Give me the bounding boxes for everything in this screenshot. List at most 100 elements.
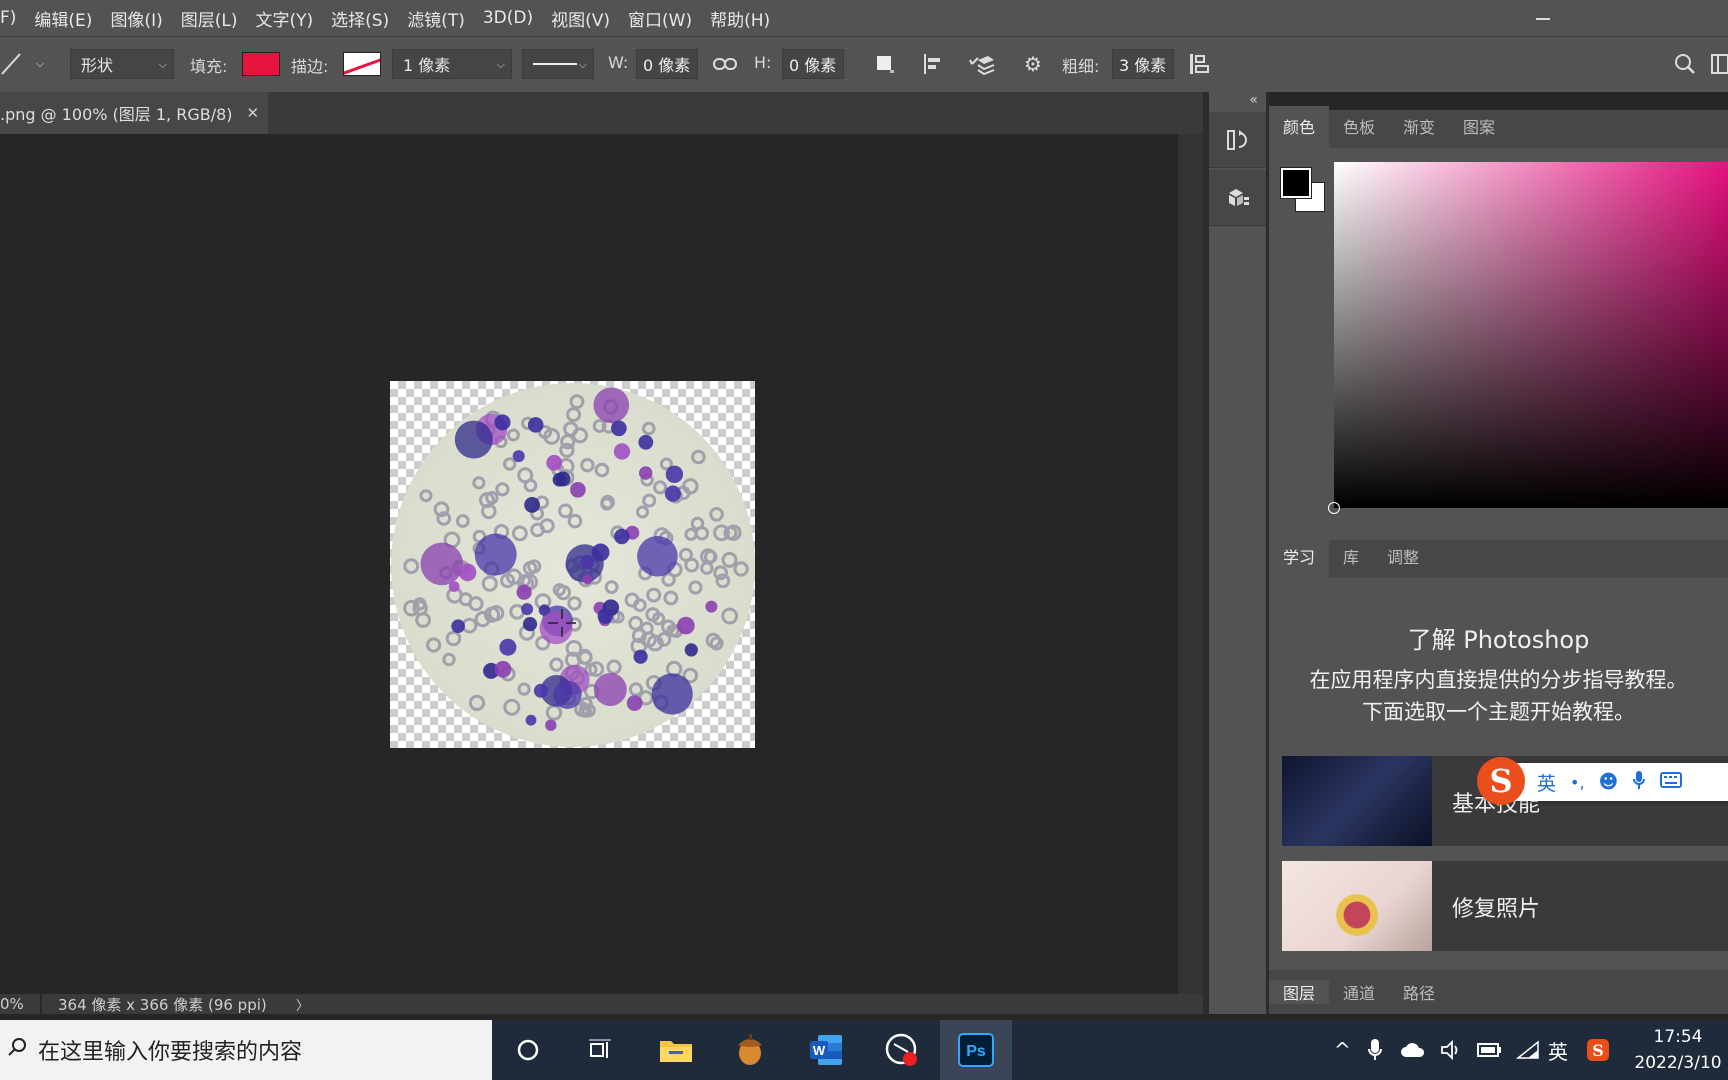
line-tool-icon[interactable] — [0, 49, 22, 79]
input-method-indicator[interactable]: 英 — [1548, 1020, 1568, 1080]
tab-patterns[interactable]: 图案 — [1449, 114, 1509, 148]
ime-mode[interactable]: 英 — [1537, 769, 1556, 796]
tab-adjustments[interactable]: 调整 — [1373, 544, 1433, 578]
file-explorer-icon[interactable] — [656, 1030, 696, 1070]
task-view-icon[interactable] — [580, 1030, 620, 1070]
align-edges-icon[interactable] — [1184, 49, 1214, 79]
path-operations-icon[interactable] — [870, 49, 900, 79]
menu-file[interactable]: F) — [0, 8, 16, 28]
microphone-icon[interactable] — [1368, 1020, 1382, 1080]
width-field[interactable]: 0 像素 — [636, 49, 698, 79]
workspace-icon[interactable] — [1710, 49, 1728, 79]
height-field[interactable]: 0 像素 — [782, 49, 844, 79]
history-panel-button[interactable] — [1209, 112, 1266, 168]
status-bar: 0% 364 像素 x 366 像素 (96 ppi) 〉 — [0, 994, 1203, 1014]
stained-cell-shape — [613, 443, 631, 460]
learn-panel: 学习 库 调整 了解 Photoshop 在应用程序内直接提供的分步指导教程。 … — [1269, 536, 1728, 970]
blood-smear-image — [391, 383, 755, 747]
foreground-color-swatch[interactable] — [1280, 167, 1312, 199]
stained-cell-shape — [593, 387, 630, 423]
minimize-button[interactable] — [1528, 4, 1558, 32]
path-alignment-icon[interactable] — [918, 49, 948, 79]
stained-cell-shape — [611, 420, 627, 437]
tab-channels[interactable]: 通道 — [1329, 980, 1389, 1004]
menu-type[interactable]: 文字(Y) — [255, 6, 313, 31]
menu-view[interactable]: 视图(V) — [551, 6, 610, 31]
clock-date: 2022/3/10 — [1634, 1053, 1722, 1073]
battery-icon[interactable] — [1476, 1020, 1502, 1080]
document-tab[interactable]: .png @ 100% (图层 1, RGB/8) ✕ — [0, 92, 268, 134]
stained-cell-shape — [582, 574, 593, 585]
stained-cell-shape — [524, 497, 540, 513]
emoji-icon[interactable]: ☻ — [1599, 771, 1619, 793]
3d-panel-button[interactable] — [1209, 170, 1266, 226]
menu-image[interactable]: 图像(I) — [110, 6, 162, 31]
close-icon[interactable]: ✕ — [247, 104, 260, 122]
document-tab-strip: .png @ 100% (图层 1, RGB/8) ✕ — [0, 92, 1203, 134]
screen-recorder-icon[interactable] — [882, 1030, 922, 1070]
fill-color-swatch[interactable] — [242, 52, 280, 76]
photoshop-icon[interactable]: Ps — [956, 1030, 996, 1070]
system-clock[interactable]: 17:54 2022/3/10 — [1628, 1024, 1728, 1076]
tutorial-card-fix-photos[interactable]: 修复照片 — [1282, 861, 1728, 951]
photoshop-icon-label: Ps — [966, 1043, 986, 1060]
tab-gradients[interactable]: 渐变 — [1389, 114, 1449, 148]
vertical-scrollbar[interactable] — [1178, 134, 1203, 994]
mode-dropdown[interactable]: 形状 ⌵ — [70, 49, 174, 79]
wifi-icon[interactable] — [1516, 1020, 1540, 1080]
sogou-tray-icon[interactable]: S — [1586, 1020, 1610, 1080]
menu-filter[interactable]: 滤镜(T) — [407, 6, 465, 31]
cortana-icon[interactable] — [508, 1030, 548, 1070]
acorn-app-icon[interactable] — [730, 1030, 770, 1070]
volume-icon[interactable] — [1440, 1020, 1464, 1080]
stained-cell-shape — [677, 616, 695, 635]
tab-learn[interactable]: 学习 — [1269, 536, 1330, 578]
chevron-right-icon[interactable]: 〉 — [296, 995, 309, 1014]
status-divider — [40, 994, 42, 1014]
stained-cell-shape — [570, 482, 586, 498]
menu-layer[interactable]: 图层(L) — [181, 6, 238, 31]
menu-window[interactable]: 窗口(W) — [628, 6, 692, 31]
punctuation-icon[interactable]: •, — [1570, 773, 1585, 792]
tutorial-title: 修复照片 — [1452, 897, 1541, 922]
stained-cell-shape — [420, 542, 464, 586]
word-icon[interactable]: W — [806, 1030, 846, 1070]
gear-icon[interactable]: ⚙ — [1018, 49, 1048, 79]
sogou-logo-icon[interactable]: S — [1477, 757, 1525, 805]
stained-cell-shape — [705, 600, 718, 613]
menu-select[interactable]: 选择(S) — [331, 6, 389, 31]
stroke-type-dropdown[interactable]: ⌵ — [522, 49, 594, 79]
stroke-color-swatch[interactable] — [343, 52, 381, 76]
menu-edit[interactable]: 编辑(E) — [34, 6, 92, 31]
stroke-label: 描边: — [291, 57, 329, 76]
color-picker-handle[interactable] — [1328, 502, 1340, 514]
stained-cell-shape — [651, 673, 693, 715]
weight-field[interactable]: 3 像素 — [1112, 49, 1174, 79]
show-hidden-icons[interactable]: ^ — [1334, 1020, 1351, 1080]
chevron-down-icon: ⌵ — [158, 58, 167, 71]
stained-cell-shape — [545, 719, 557, 731]
search-icon[interactable] — [1670, 49, 1700, 79]
microphone-icon[interactable] — [1632, 770, 1646, 795]
stained-cell-shape — [597, 608, 613, 624]
tab-libraries[interactable]: 库 — [1329, 544, 1373, 578]
collapse-panels-icon[interactable]: « — [1249, 92, 1258, 108]
keyboard-icon[interactable] — [1660, 771, 1683, 793]
stained-cell-shape — [521, 603, 534, 616]
tab-color[interactable]: 颜色 — [1269, 106, 1330, 148]
learn-description: 在应用程序内直接提供的分步指导教程。 下面选取一个主题开始教程。 — [1269, 664, 1728, 728]
tab-layers[interactable]: 图层 — [1269, 980, 1330, 1004]
tab-paths[interactable]: 路径 — [1389, 980, 1449, 1004]
cloud-icon[interactable] — [1400, 1020, 1426, 1080]
color-picker-field[interactable] — [1328, 162, 1728, 514]
path-arrangement-icon[interactable] — [966, 49, 998, 79]
zoom-level[interactable]: 0% — [0, 995, 24, 1013]
document-canvas[interactable] — [390, 381, 755, 748]
tool-preset-chevron-icon[interactable]: ⌵ — [32, 49, 48, 79]
menu-help[interactable]: 帮助(H) — [710, 6, 770, 31]
tab-swatches[interactable]: 色板 — [1329, 114, 1389, 148]
link-icon[interactable] — [712, 51, 738, 77]
stroke-width-field[interactable]: 1 像素 ⌵ — [392, 49, 512, 79]
taskbar-search-box[interactable]: 在这里输入你要搜索的内容 — [0, 1020, 492, 1080]
menu-3d[interactable]: 3D(D) — [483, 8, 533, 28]
